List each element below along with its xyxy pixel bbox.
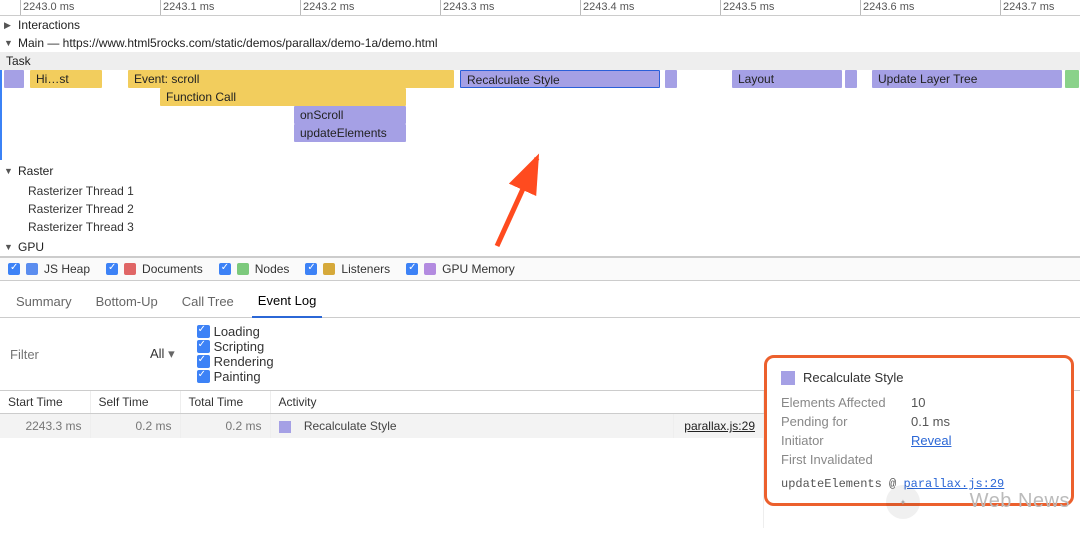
activity-swatch [781, 371, 795, 385]
column-header[interactable]: Self Time [90, 391, 180, 414]
collapse-icon: ▼ [4, 38, 14, 48]
flame-bar[interactable]: Event: scroll [128, 70, 454, 88]
task-row: Task [0, 52, 1080, 70]
column-header[interactable]: Activity [270, 391, 764, 414]
ruler-tick: 2243.7 ms [1000, 0, 1054, 15]
ruler-tick: 2243.4 ms [580, 0, 634, 15]
legend-swatch [237, 263, 249, 275]
watermark-icon: ✦ [886, 485, 920, 519]
activity-swatch [279, 421, 291, 433]
raster-thread-row[interactable]: Rasterizer Thread 1 [28, 182, 1080, 200]
thread-interactions-header[interactable]: ▶ Interactions [0, 16, 1080, 34]
flame-bar[interactable]: Update Layer Tree [872, 70, 1062, 88]
ruler-tick: 2243.1 ms [160, 0, 214, 15]
flame-bar[interactable] [665, 70, 677, 88]
ruler-tick: 2243.0 ms [20, 0, 74, 15]
legend-swatch [124, 263, 136, 275]
legend-checkbox[interactable] [8, 263, 20, 275]
filter-check-painting[interactable]: Painting [197, 369, 274, 384]
checkbox-icon [197, 340, 210, 353]
cell-total-time: 0.2 ms [180, 414, 270, 439]
checkbox-icon [197, 355, 210, 368]
elements-affected-value: 10 [911, 395, 925, 410]
filter-check-rendering[interactable]: Rendering [197, 354, 274, 369]
cell-self-time: 0.2 ms [90, 414, 180, 439]
collapse-icon: ▼ [4, 242, 14, 252]
tab-summary[interactable]: Summary [10, 290, 78, 317]
ruler-tick: 2243.5 ms [720, 0, 774, 15]
details-title: Recalculate Style [803, 370, 903, 385]
flame-bar[interactable] [4, 70, 24, 88]
legend-item[interactable]: GPU Memory [406, 262, 515, 276]
column-header[interactable]: Total Time [180, 391, 270, 414]
legend-item[interactable]: Documents [106, 262, 203, 276]
raster-thread-row[interactable]: Rasterizer Thread 2 [28, 200, 1080, 218]
flame-bar[interactable]: Hi…st [30, 70, 102, 88]
initiator-reveal-link[interactable]: Reveal [911, 433, 951, 448]
details-tabs: Summary Bottom-Up Call Tree Event Log [0, 281, 1080, 318]
legend-swatch [323, 263, 335, 275]
flame-bar[interactable] [1065, 70, 1079, 88]
filter-check-loading[interactable]: Loading [197, 324, 274, 339]
legend-swatch [424, 263, 436, 275]
tab-bottom-up[interactable]: Bottom-Up [90, 290, 164, 317]
checkbox-icon [197, 325, 210, 338]
legend-label: JS Heap [44, 262, 90, 276]
legend-checkbox[interactable] [106, 263, 118, 275]
flame-bar[interactable]: Recalculate Style [460, 70, 660, 88]
cell-source-link[interactable]: parallax.js:29 [674, 414, 764, 439]
interactions-label: Interactions [18, 18, 80, 32]
tab-call-tree[interactable]: Call Tree [176, 290, 240, 317]
expand-icon: ▶ [4, 20, 14, 31]
flame-bar[interactable]: Function Call [160, 88, 406, 106]
ruler-tick: 2243.3 ms [440, 0, 494, 15]
thread-main-header[interactable]: ▼ Main — https://www.html5rocks.com/stat… [0, 34, 1080, 52]
ruler-tick: 2243.2 ms [300, 0, 354, 15]
event-log-table[interactable]: Start TimeSelf TimeTotal TimeActivity 22… [0, 391, 764, 548]
event-details-panel: Recalculate Style Elements Affected 10 P… [764, 355, 1074, 506]
flame-chart[interactable]: Hi…st Event: scroll Recalculate Style Layou… [0, 70, 1080, 160]
cell-start-time: 2243.3 ms [0, 414, 90, 439]
timeline-ruler[interactable]: 2243.0 ms 2243.1 ms 2243.2 ms 2243.3 ms 2243… [0, 0, 1080, 16]
flame-bar[interactable]: onScroll [294, 106, 406, 124]
column-header[interactable]: Start Time [0, 391, 90, 414]
thread-raster-header[interactable]: ▼ Raster [0, 162, 1080, 180]
legend-checkbox[interactable] [305, 263, 317, 275]
legend-checkbox[interactable] [219, 263, 231, 275]
legend-swatch [26, 263, 38, 275]
ruler-tick: 2243.6 ms [860, 0, 914, 15]
pending-for-value: 0.1 ms [911, 414, 950, 429]
flame-bar[interactable]: updateElements [294, 124, 406, 142]
gpu-label: GPU [18, 240, 44, 254]
legend-label: Documents [142, 262, 203, 276]
filter-input[interactable] [8, 346, 138, 363]
task-label: Task [6, 54, 31, 68]
stack-source-link[interactable]: parallax.js:29 [903, 477, 1004, 491]
filter-dropdown[interactable]: All [146, 346, 179, 362]
table-row[interactable]: 2243.3 ms 0.2 ms 0.2 ms Recalculate Styl… [0, 414, 764, 439]
legend-item[interactable]: JS Heap [8, 262, 90, 276]
main-label: Main — https://www.html5rocks.com/static… [18, 36, 437, 50]
thread-gpu-header[interactable]: ▼ GPU [0, 238, 1080, 256]
raster-thread-list: Rasterizer Thread 1Rasterizer Thread 2Ra… [0, 180, 1080, 238]
legend-checkbox[interactable] [406, 263, 418, 275]
legend-item[interactable]: Nodes [219, 262, 290, 276]
legend-item[interactable]: Listeners [305, 262, 390, 276]
legend-label: Listeners [341, 262, 390, 276]
legend-label: GPU Memory [442, 262, 515, 276]
memory-legend: JS Heap Documents Nodes Listeners GPU Memory [0, 257, 1080, 281]
legend-label: Nodes [255, 262, 290, 276]
flame-bar[interactable]: Layout [732, 70, 842, 88]
flame-bar[interactable] [845, 70, 857, 88]
raster-thread-row[interactable]: Rasterizer Thread 3 [28, 218, 1080, 236]
collapse-icon: ▼ [4, 166, 14, 176]
tab-event-log[interactable]: Event Log [252, 289, 323, 318]
raster-label: Raster [18, 164, 53, 178]
cell-activity: Recalculate Style [270, 414, 674, 439]
filter-check-scripting[interactable]: Scripting [197, 339, 274, 354]
checkbox-icon [197, 370, 210, 383]
